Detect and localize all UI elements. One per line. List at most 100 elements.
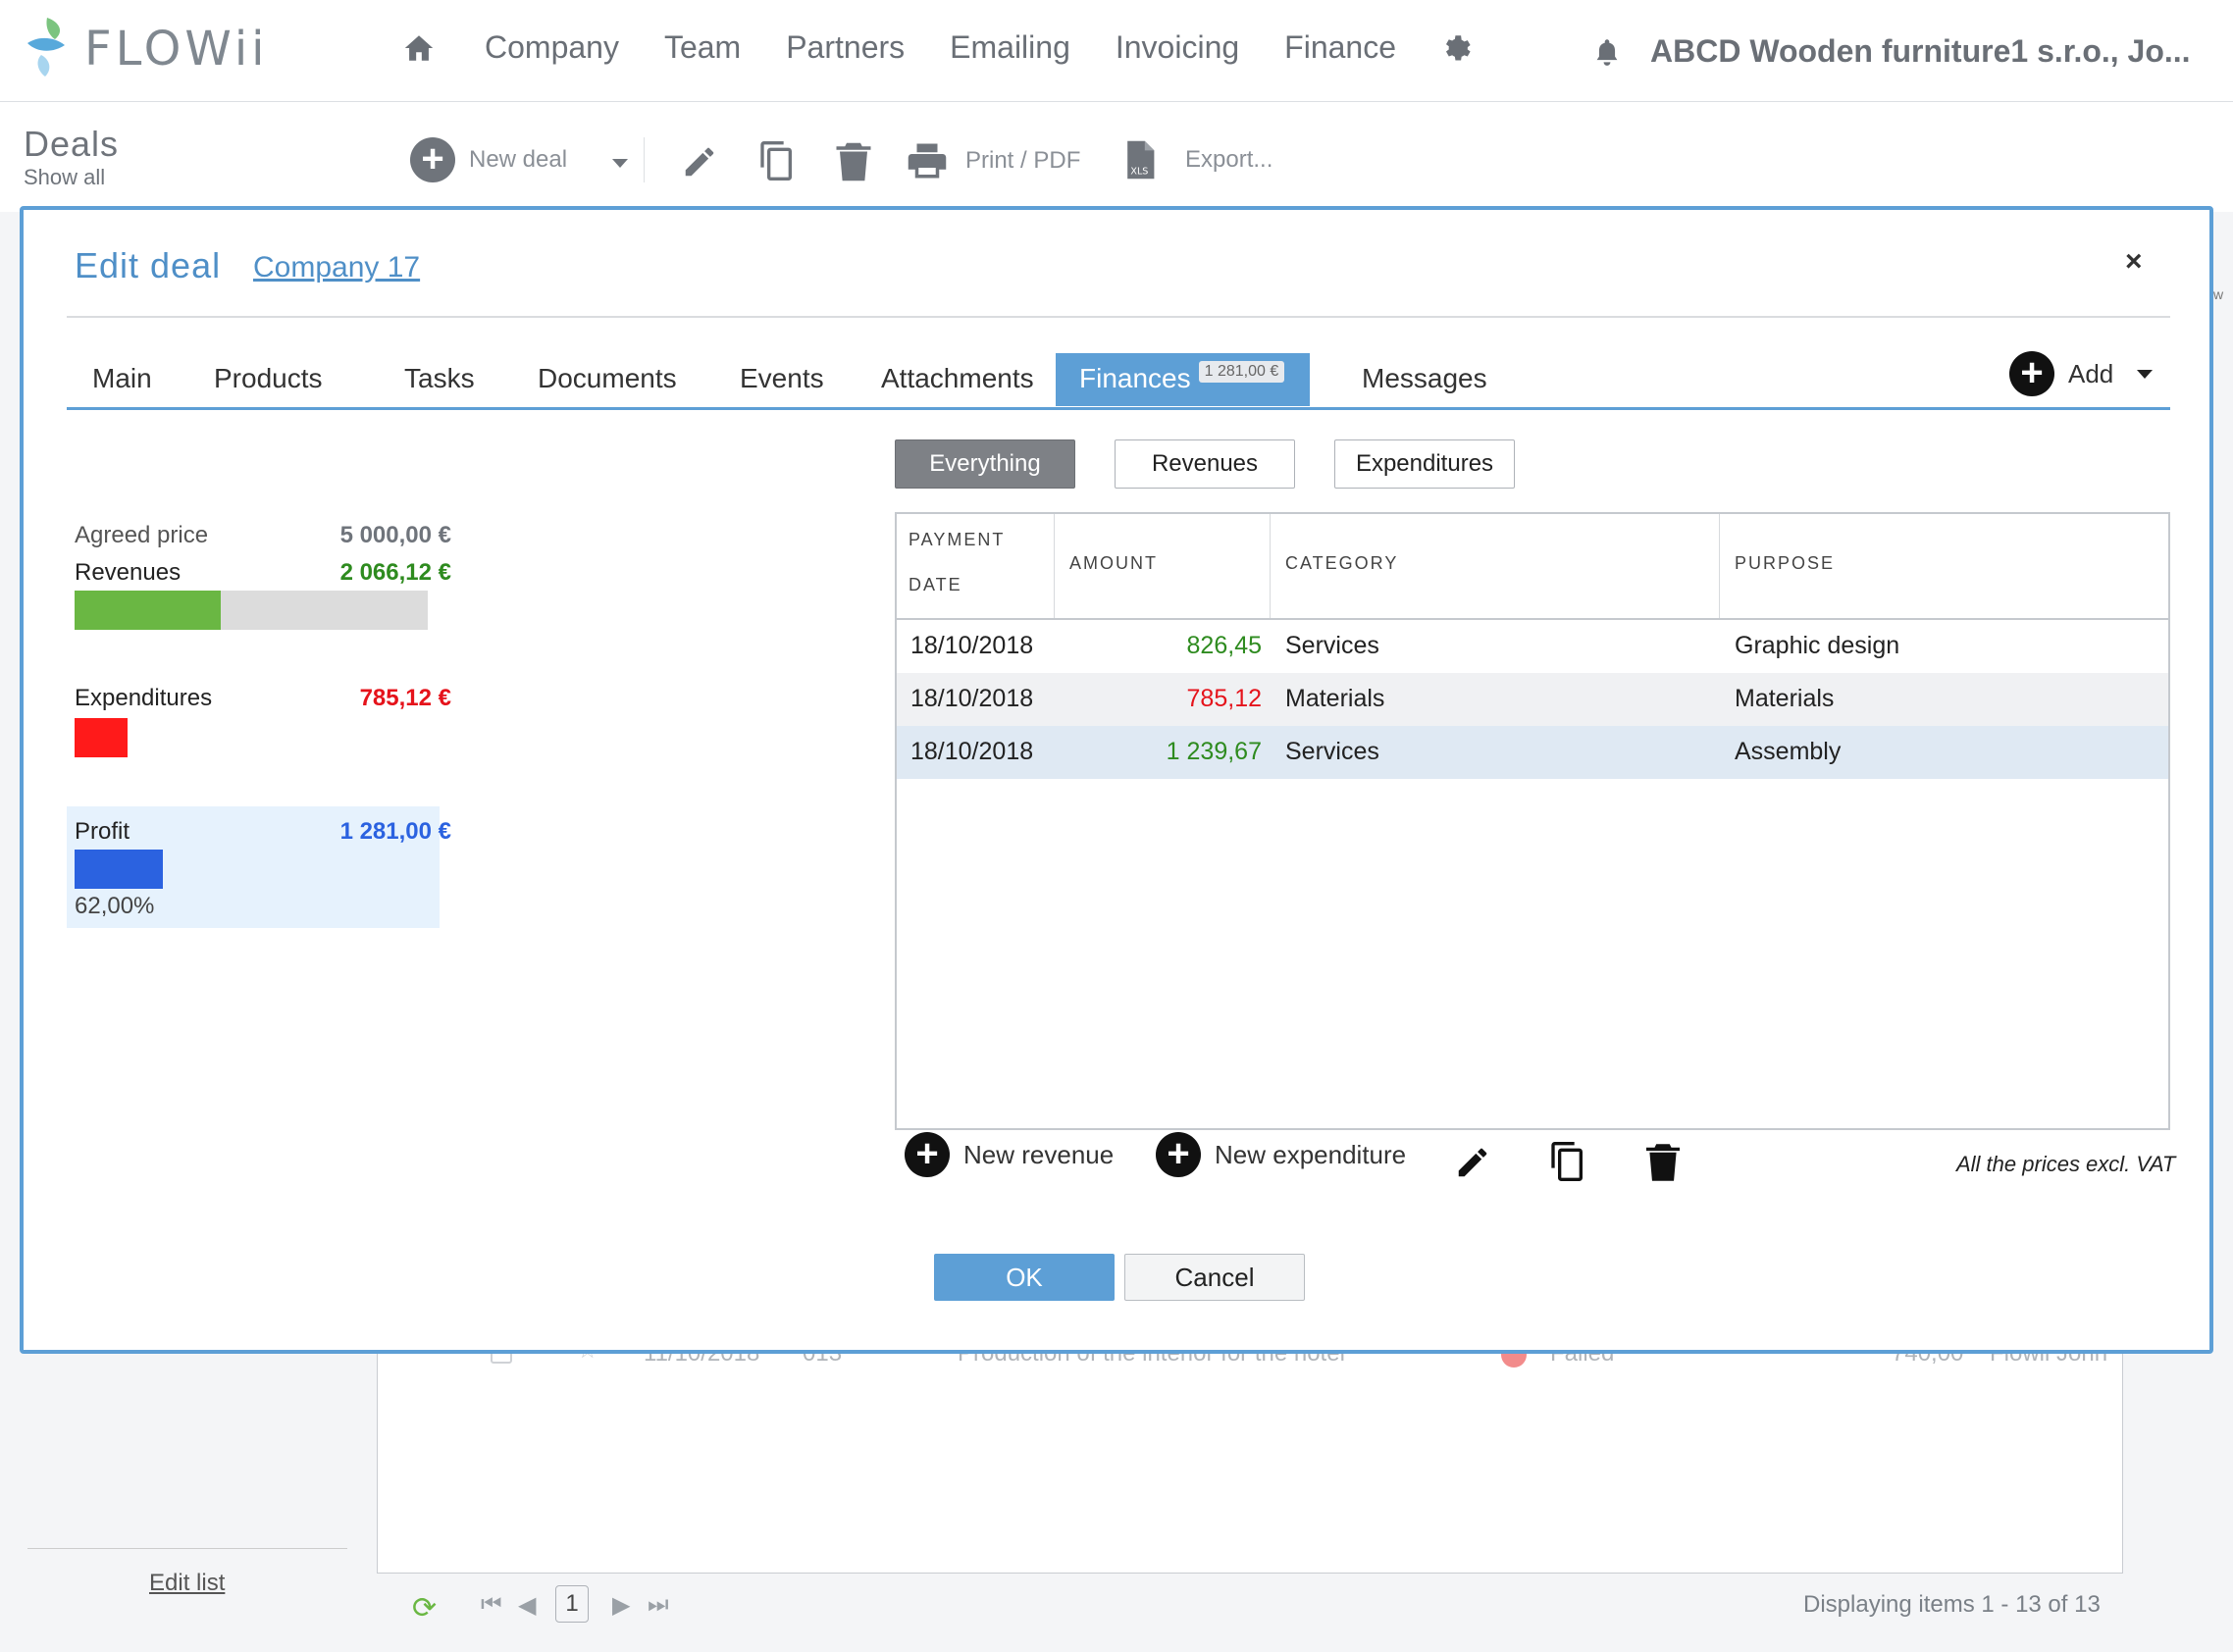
pager-summary: Displaying items 1 - 13 of 13 bbox=[1803, 1591, 2101, 1618]
col-header-category[interactable]: CATEGORY bbox=[1285, 553, 1398, 574]
revenues-value: 2 066,12 € bbox=[339, 559, 451, 586]
new-deal-button[interactable]: + New deal bbox=[410, 137, 567, 182]
row-amount: 1 239,67 bbox=[1166, 738, 1262, 765]
filter-revenues-button[interactable]: Revenues bbox=[1115, 439, 1295, 489]
col-header-date[interactable]: DATE bbox=[909, 575, 962, 595]
refresh-icon[interactable]: ⟳ bbox=[412, 1591, 437, 1626]
page-number-input[interactable]: 1 bbox=[555, 1585, 589, 1623]
tab-finances[interactable]: Finances 1 281,00 € bbox=[1056, 353, 1311, 406]
deals-toolbar bbox=[0, 102, 2233, 212]
nav-invoicing[interactable]: Invoicing bbox=[1116, 29, 1239, 66]
plus-circle-icon: + bbox=[2009, 351, 2054, 396]
expenditures-bar bbox=[75, 718, 128, 757]
trash-icon[interactable] bbox=[1646, 1142, 1680, 1183]
export-button[interactable]: XLS Export... bbox=[1124, 137, 1272, 182]
plus-circle-icon: + bbox=[905, 1132, 950, 1177]
dialog-divider bbox=[67, 316, 2170, 318]
trash-icon[interactable] bbox=[836, 141, 871, 182]
nav-team[interactable]: Team bbox=[664, 29, 741, 66]
revenues-bar-track bbox=[75, 591, 428, 630]
vat-note: All the prices excl. VAT bbox=[1956, 1152, 2176, 1176]
company-link[interactable]: Company 17 bbox=[253, 251, 420, 284]
tab-messages[interactable]: Messages bbox=[1362, 363, 1487, 394]
new-revenue-button[interactable]: + New revenue bbox=[905, 1132, 1114, 1177]
row-purpose: Assembly bbox=[1735, 738, 1842, 765]
tab-events[interactable]: Events bbox=[740, 363, 824, 394]
main-nav: Company Team Partners Emailing Invoicing… bbox=[402, 29, 1475, 66]
gear-icon[interactable] bbox=[1441, 31, 1475, 65]
table-row[interactable]: 18/10/2018 785,12 Materials Materials bbox=[897, 673, 2168, 726]
column-divider bbox=[1270, 514, 1271, 618]
row-date: 18/10/2018 bbox=[910, 632, 1034, 659]
col-header-payment[interactable]: PAYMENT bbox=[909, 530, 1005, 550]
agreed-price-label: Agreed price bbox=[75, 522, 209, 548]
dialog-tabs: Main Products Tasks Documents Events Att… bbox=[67, 353, 2170, 410]
table-row[interactable]: 18/10/2018 826,45 Services Graphic desig… bbox=[897, 620, 2168, 673]
prev-page-icon[interactable]: ◀ bbox=[518, 1591, 536, 1620]
edit-list-link[interactable]: Edit list bbox=[149, 1570, 225, 1597]
sidebar-divider bbox=[27, 1548, 347, 1549]
finances-table: PAYMENT DATE AMOUNT CATEGORY PURPOSE 18/… bbox=[895, 512, 2170, 1130]
flowii-logo-icon bbox=[27, 18, 65, 77]
profit-label: Profit bbox=[75, 818, 130, 845]
deals-list-panel bbox=[377, 1354, 2123, 1574]
new-expenditure-button[interactable]: + New expenditure bbox=[1156, 1132, 1406, 1177]
nav-partners[interactable]: Partners bbox=[786, 29, 905, 66]
row-purpose: Materials bbox=[1735, 685, 1835, 712]
profit-value: 1 281,00 € bbox=[339, 818, 451, 845]
tab-main[interactable]: Main bbox=[92, 363, 152, 394]
copy-icon[interactable] bbox=[1548, 1140, 1587, 1183]
expenditures-value: 785,12 € bbox=[359, 685, 451, 711]
column-divider bbox=[1054, 514, 1055, 618]
plus-circle-icon: + bbox=[410, 137, 455, 182]
tab-tasks[interactable]: Tasks bbox=[404, 363, 475, 394]
row-category: Services bbox=[1285, 632, 1379, 659]
add-button[interactable]: + Add bbox=[2009, 351, 2154, 396]
column-divider bbox=[1719, 514, 1720, 618]
nav-finance[interactable]: Finance bbox=[1284, 29, 1396, 66]
show-all-filter[interactable]: Show all bbox=[24, 165, 105, 190]
add-dropdown-icon[interactable] bbox=[2137, 369, 2154, 379]
row-date: 18/10/2018 bbox=[910, 685, 1034, 712]
row-amount: 826,45 bbox=[1186, 632, 1262, 659]
col-header-purpose[interactable]: PURPOSE bbox=[1735, 553, 1835, 574]
plus-circle-icon: + bbox=[1156, 1132, 1201, 1177]
tab-attachments[interactable]: Attachments bbox=[881, 363, 1034, 394]
agreed-price-value: 5 000,00 € bbox=[339, 522, 451, 548]
row-amount: 785,12 bbox=[1186, 685, 1262, 712]
row-category: Services bbox=[1285, 738, 1379, 765]
revenues-bar-fill bbox=[75, 591, 221, 630]
edit-pencil-icon[interactable] bbox=[1454, 1144, 1491, 1181]
row-category: Materials bbox=[1285, 685, 1385, 712]
filter-everything-button[interactable]: Everything bbox=[895, 439, 1075, 489]
ok-button[interactable]: OK bbox=[934, 1254, 1115, 1301]
next-page-icon[interactable]: ▶ bbox=[612, 1591, 630, 1620]
scroll-hint: w bbox=[2213, 286, 2224, 302]
home-icon[interactable] bbox=[402, 31, 436, 65]
profit-bar bbox=[75, 850, 163, 889]
copy-icon[interactable] bbox=[757, 139, 797, 182]
app-logo-text: FLOWii bbox=[84, 22, 269, 77]
new-deal-dropdown-icon[interactable] bbox=[612, 159, 628, 168]
first-page-icon[interactable]: ⏮ bbox=[481, 1591, 502, 1619]
toolbar-divider bbox=[644, 137, 645, 182]
tab-products[interactable]: Products bbox=[214, 363, 323, 394]
bell-icon[interactable] bbox=[1593, 37, 1621, 67]
print-pdf-button[interactable]: Print / PDF bbox=[907, 141, 1080, 181]
finances-badge: 1 281,00 € bbox=[1198, 361, 1285, 383]
printer-icon bbox=[908, 143, 947, 179]
close-icon[interactable]: × bbox=[2125, 245, 2143, 279]
row-purpose: Graphic design bbox=[1735, 632, 1900, 659]
table-row[interactable]: 18/10/2018 1 239,67 Services Assembly bbox=[897, 726, 2168, 779]
last-page-icon[interactable]: ⏭ bbox=[648, 1591, 669, 1619]
profit-percent: 62,00% bbox=[75, 893, 155, 919]
filter-expenditures-button[interactable]: Expenditures bbox=[1334, 439, 1515, 489]
tab-documents[interactable]: Documents bbox=[538, 363, 677, 394]
row-date: 18/10/2018 bbox=[910, 738, 1034, 765]
nav-company[interactable]: Company bbox=[485, 29, 619, 66]
account-company-name[interactable]: ABCD Wooden furniture1 s.r.o., Jo... bbox=[1650, 33, 2191, 70]
nav-emailing[interactable]: Emailing bbox=[950, 29, 1070, 66]
cancel-button[interactable]: Cancel bbox=[1124, 1254, 1305, 1301]
col-header-amount[interactable]: AMOUNT bbox=[1069, 553, 1158, 574]
edit-pencil-icon[interactable] bbox=[681, 143, 718, 181]
